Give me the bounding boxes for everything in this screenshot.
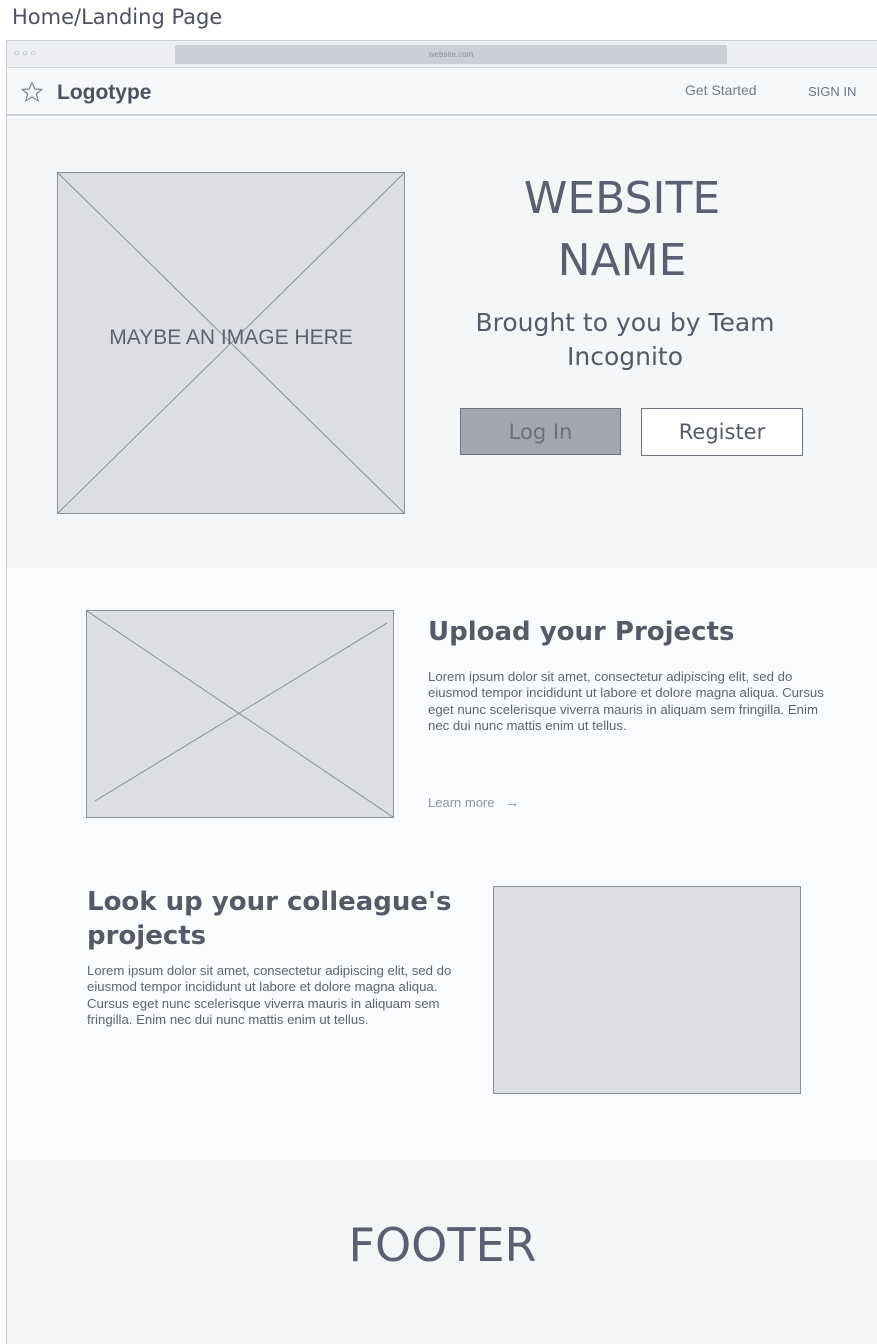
image-placeholder-label: MAYBE AN IMAGE HERE	[109, 326, 353, 349]
feature-image-placeholder-2	[493, 886, 801, 1094]
page-label: Home/Landing Page	[12, 5, 223, 29]
feature-text-colleagues: Lorem ipsum dolor sit amet, consectetur …	[87, 963, 452, 1028]
site-name: WEBSITE NAME	[437, 168, 807, 292]
footer-label: FOOTER	[348, 1218, 537, 1272]
site-name-line-1: WEBSITE	[523, 173, 721, 224]
browser-titlebar: ○○○ website.com	[7, 40, 877, 68]
site-navbar: Logotype Get Started SIGN IN	[7, 68, 877, 116]
hero-image-placeholder: MAYBE AN IMAGE HERE	[57, 172, 405, 514]
window-controls-icon[interactable]: ○○○	[14, 49, 38, 59]
footer: FOOTER	[7, 1160, 877, 1344]
arrow-right-icon[interactable]: →	[504, 794, 519, 811]
site-name-line-2: NAME	[557, 235, 687, 286]
browser-window: ○○○ website.com Logotype Get Started SIG…	[6, 40, 877, 1344]
feature-text-upload: Lorem ipsum dolor sit amet, consectetur …	[428, 669, 824, 734]
sign-in-link[interactable]: SIGN IN	[808, 84, 856, 99]
hero-section: MAYBE AN IMAGE HERE WEBSITE NAME Brought…	[7, 118, 877, 568]
logotype[interactable]: Logotype	[57, 81, 152, 105]
feature-image-placeholder-1	[86, 610, 394, 818]
subtitle-line-2: Incognito	[566, 342, 683, 371]
feature-title-upload: Upload your Projects	[428, 617, 735, 647]
address-bar[interactable]: website.com	[175, 45, 727, 64]
learn-more-label[interactable]: Learn more	[428, 795, 494, 810]
get-started-link[interactable]: Get Started	[685, 82, 757, 98]
register-button[interactable]: Register	[641, 408, 803, 456]
login-button[interactable]: Log In	[460, 408, 621, 455]
hero-subtitle: Brought to you by Team Incognito	[445, 306, 805, 374]
feature-title-colleagues: Look up your colleague's projects	[87, 887, 452, 951]
placeholder-cross-icon	[87, 611, 393, 817]
learn-more-link[interactable]: Learn more →	[428, 794, 519, 811]
subtitle-line-1: Brought to you by Team	[475, 308, 775, 337]
star-outline-icon[interactable]	[20, 81, 44, 103]
